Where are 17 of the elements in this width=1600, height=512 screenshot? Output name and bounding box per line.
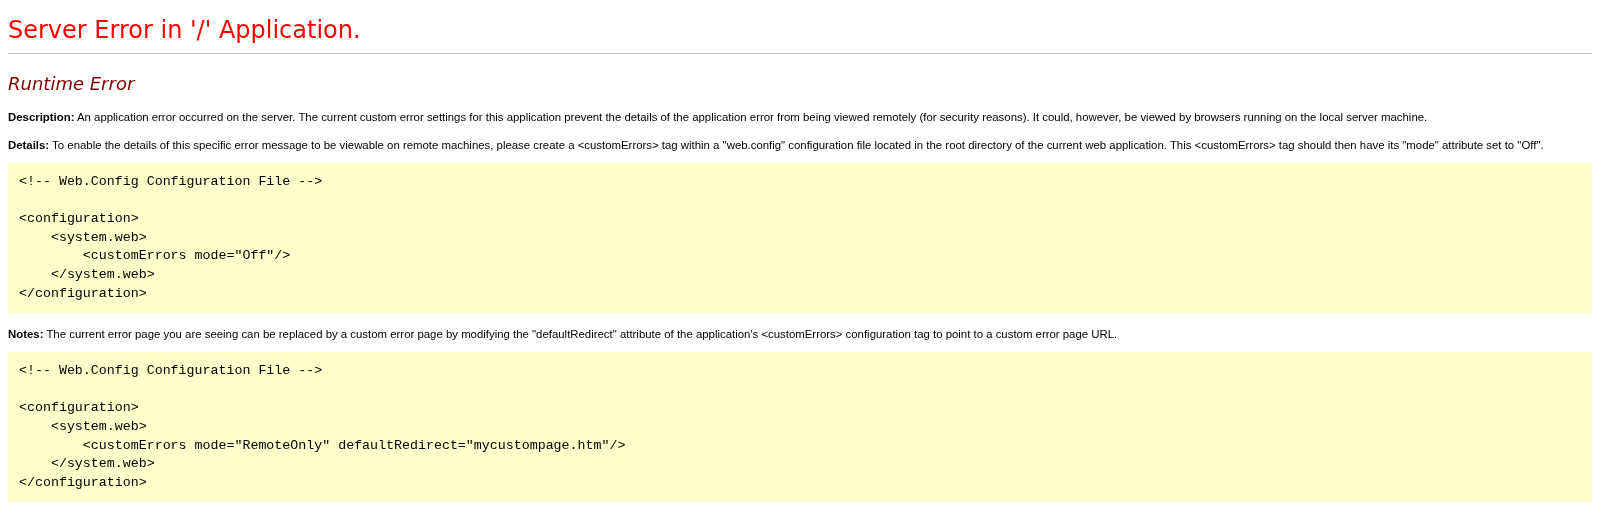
- code-line: <system.web>: [49, 229, 147, 245]
- code-line: </configuration>: [19, 285, 147, 301]
- code-line: </system.web>: [49, 456, 155, 472]
- code-line: <configuration>: [19, 211, 139, 227]
- error-heading: Runtime Error: [8, 72, 137, 96]
- code-comment: <!-- Web.Config Configuration File -->: [19, 363, 323, 379]
- code-line: </system.web>: [49, 266, 155, 282]
- paragraph: Details: To enable the details of this specific error message to be viewable on remote machines, please create a <customErrors> tag within a "web.config" configuration file located in the root directory of the current web application. This <customErrors> tag should then have its "mode" attribute set to "Off".: [8, 138, 1545, 152]
- paragraph: Notes: The current error page you are seeing can be replaced by a custom error page by modifying the "defaultRedirect" attribute of the application's <customErrors> configuration tag to point to a custom error page URL.: [8, 327, 1119, 342]
- code-line: <configuration>: [19, 400, 139, 416]
- code-line: <system.web>: [49, 418, 147, 434]
- code-comment: <!-- Web.Config Configuration File -->: [19, 174, 323, 189]
- code-line: </configuration>: [19, 474, 147, 490]
- code-line: <customErrors mode="RemoteOnly" defaultRedirect="mycustompage.htm"/>: [81, 437, 626, 453]
- code-line: <customErrors mode="Off"/>: [81, 248, 291, 264]
- page-title: Server Error in '/' Application.: [8, 15, 362, 45]
- paragraph: Description: An application error occurred on the server. The current custom error settings for this application prevent the details of the application error from being viewed remotely (for security reasons). It could, however, be viewed by browsers running on the local server machine.: [8, 110, 1429, 124]
